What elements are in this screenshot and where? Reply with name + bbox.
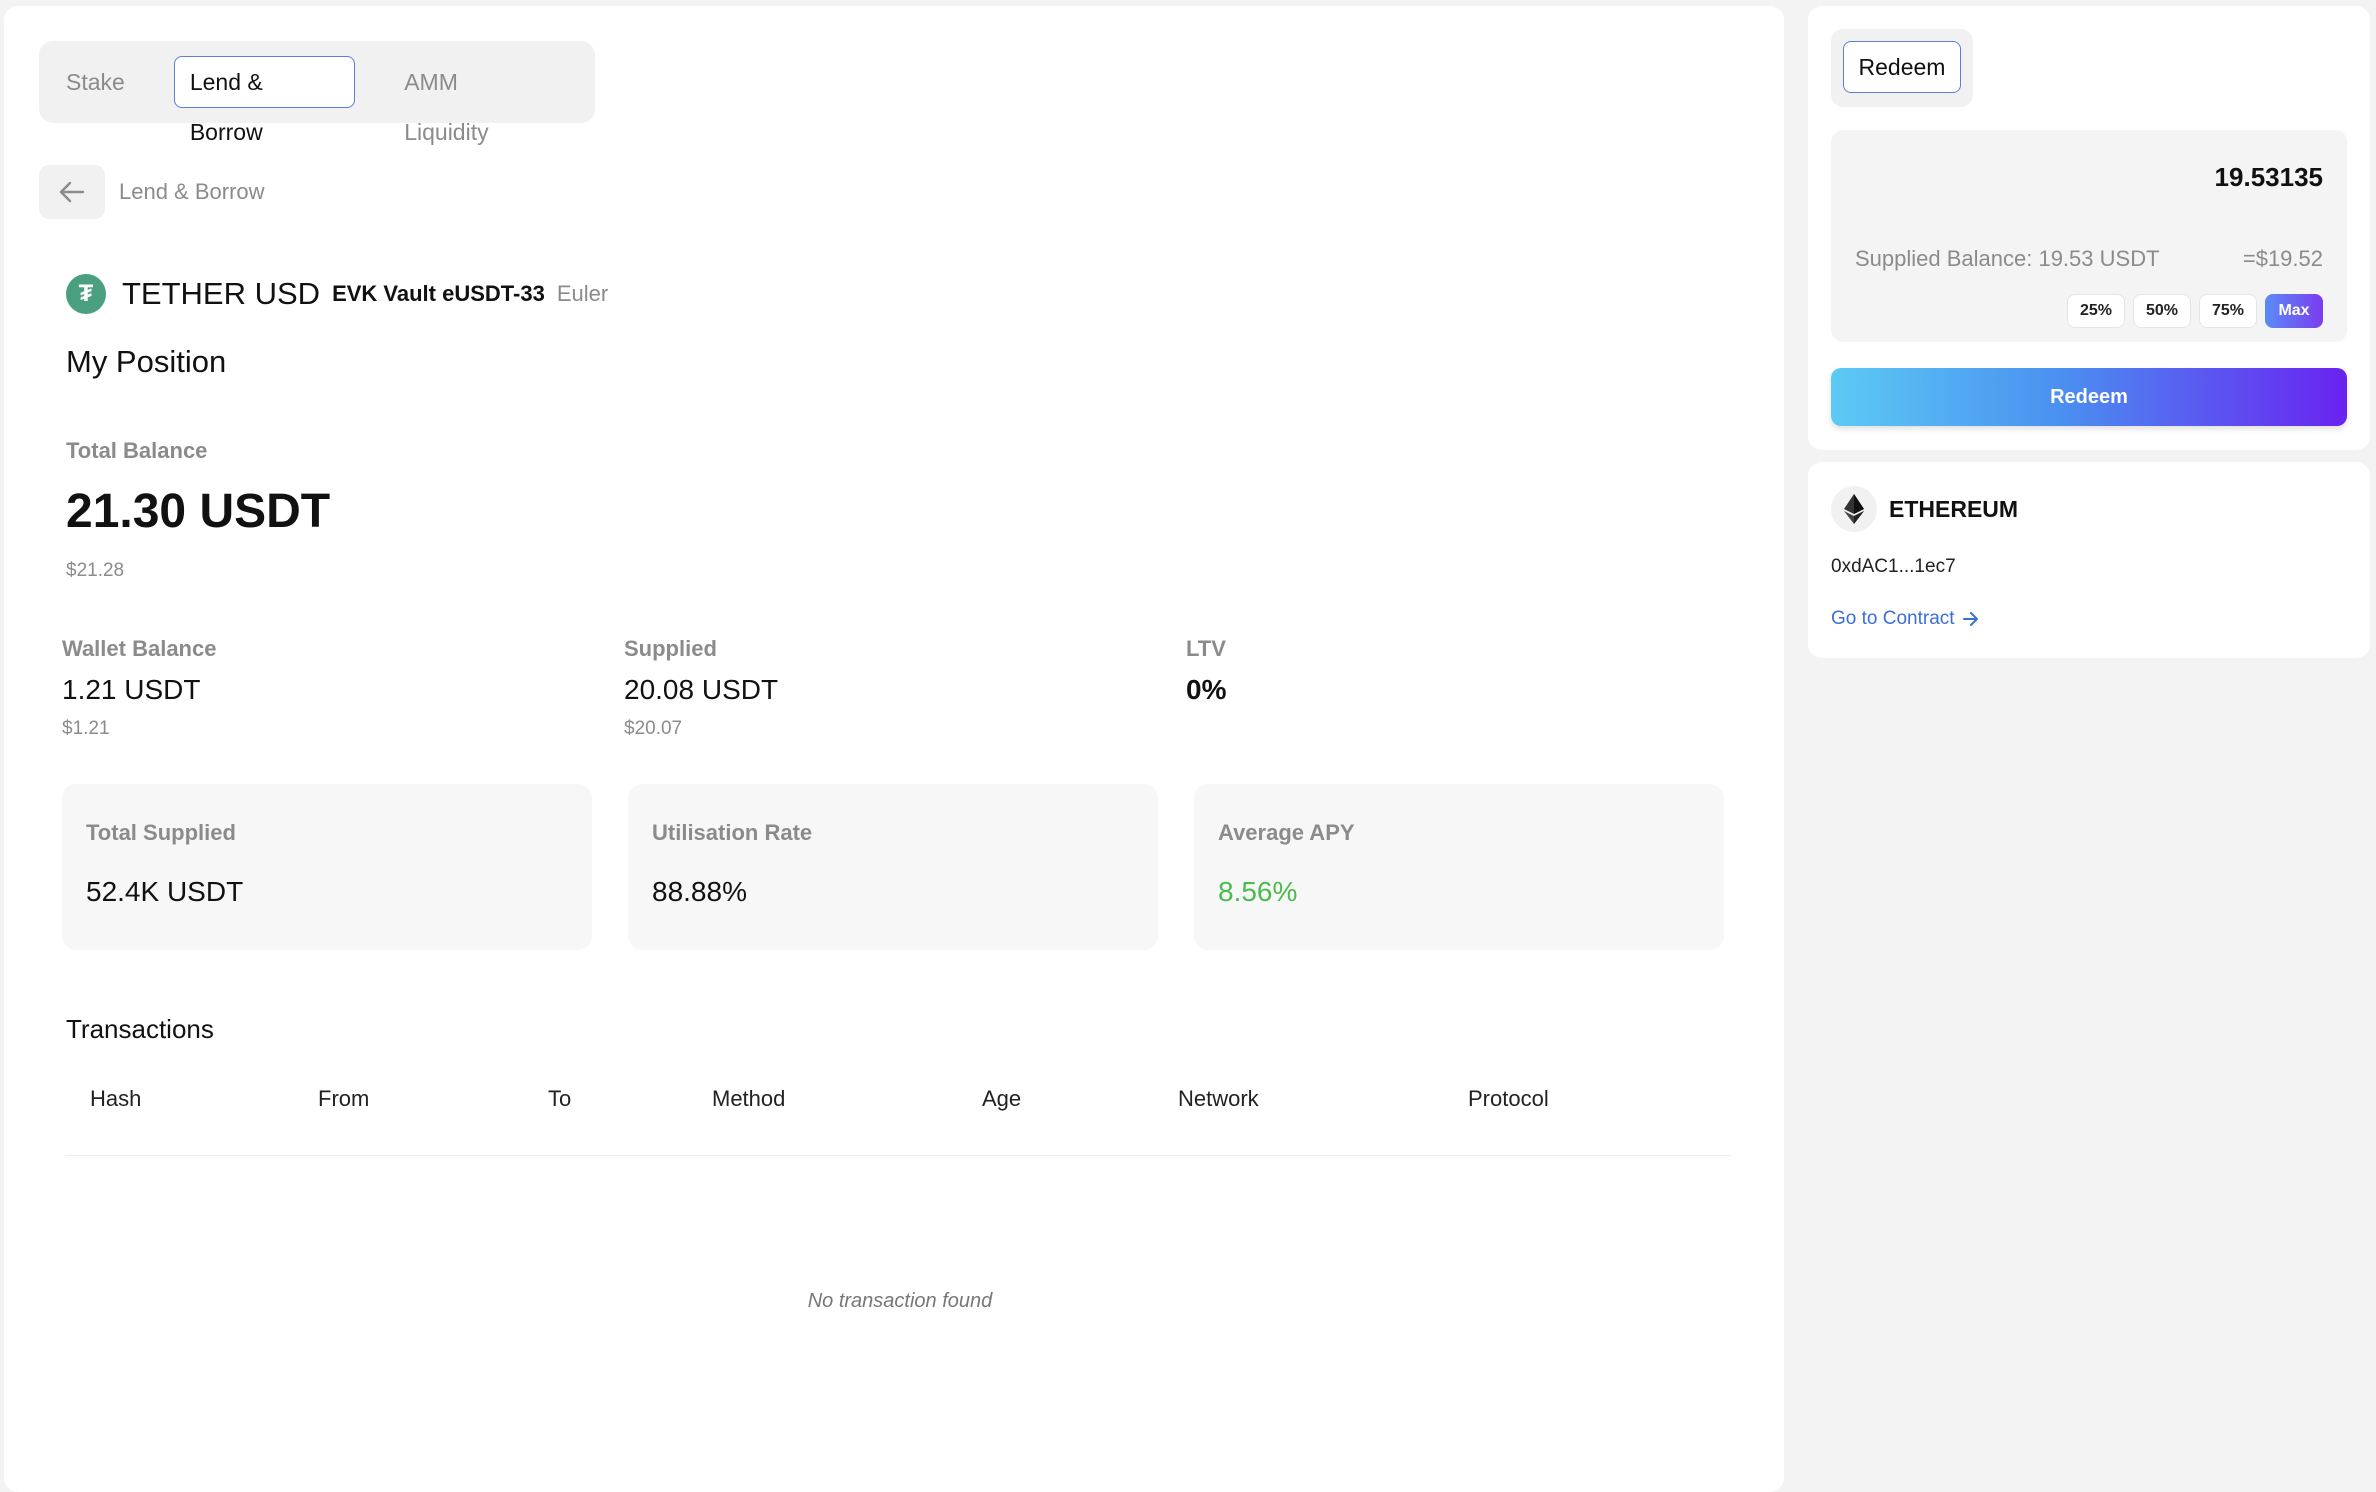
- stat-value: 0%: [1186, 674, 1227, 705]
- card-value: 52.4K USDT: [86, 876, 244, 907]
- card-value: 8.56%: [1218, 876, 1298, 907]
- percent-50-button[interactable]: 50%: [2133, 294, 2191, 328]
- column-header-network: Network: [1178, 1086, 1259, 1111]
- network-row: ETHEREUM: [1831, 486, 2018, 532]
- column-header-age: Age: [982, 1086, 1022, 1111]
- percent-75-button[interactable]: 75%: [2199, 294, 2257, 328]
- transactions-title: Transactions: [66, 1014, 214, 1044]
- total-balance-label: Total Balance: [66, 438, 208, 463]
- arrow-left-icon: [59, 181, 85, 203]
- empty-transactions-message: No transaction found: [807, 1290, 993, 1312]
- card-total-supplied: Total Supplied 52.4K USDT: [62, 784, 592, 950]
- stat-label: Wallet Balance: [62, 636, 217, 661]
- card-label: Average APY: [1218, 820, 1355, 845]
- main-panel: Stake Lend & Borrow AMM Liquidity Lend &…: [4, 6, 1784, 1492]
- back-button[interactable]: [39, 165, 105, 219]
- tab-redeem[interactable]: Redeem: [1843, 41, 1961, 93]
- asset-name: TETHER USD: [122, 276, 321, 311]
- stat-usd: $20.07: [624, 718, 683, 739]
- stat-value: 20.08 USDT: [624, 674, 779, 705]
- total-balance-usd: $21.28: [66, 560, 125, 581]
- card-label: Total Supplied: [86, 820, 236, 845]
- contract-address: 0xdAC1...1ec7: [1831, 556, 1956, 577]
- column-header-method: Method: [712, 1086, 786, 1111]
- arrow-right-icon: [1962, 612, 1978, 626]
- percent-buttons: 25% 50% 75% Max: [2059, 294, 2323, 328]
- redeem-button[interactable]: Redeem: [1831, 368, 2347, 426]
- breadcrumb-label: Lend & Borrow: [119, 179, 265, 204]
- card-label: Utilisation Rate: [652, 820, 813, 845]
- tab-amm-liquidity[interactable]: AMM Liquidity: [385, 56, 565, 145]
- category-tabs: Stake Lend & Borrow AMM Liquidity: [39, 41, 595, 145]
- stat-label: LTV: [1186, 636, 1226, 661]
- vault-name: EVK Vault eUSDT-33: [332, 281, 545, 306]
- tab-lend-borrow[interactable]: Lend & Borrow: [173, 56, 356, 145]
- stat-usd: $1.21: [62, 718, 110, 739]
- redeem-tab-group: Redeem: [1831, 29, 1973, 107]
- breadcrumb: Lend & Borrow: [39, 165, 265, 219]
- usd-equivalent: =$19.52: [2242, 246, 2323, 271]
- column-header-from: From: [318, 1086, 370, 1111]
- column-header-hash: Hash: [90, 1086, 142, 1111]
- tab-stake[interactable]: Stake: [47, 56, 144, 108]
- stat-value: 1.21 USDT: [62, 674, 201, 705]
- stat-label: Supplied: [624, 636, 717, 661]
- network-name: ETHEREUM: [1889, 495, 2019, 522]
- card-utilisation-rate: Utilisation Rate 88.88%: [628, 784, 1158, 950]
- amount-input[interactable]: 19.53135: [2023, 162, 2323, 193]
- stat-ltv: LTV 0%: [1186, 636, 1226, 706]
- section-title-my-position: My Position: [66, 344, 227, 379]
- stat-wallet-balance: Wallet Balance 1.21 USDT $1.21: [62, 636, 216, 740]
- percent-25-button[interactable]: 25%: [2067, 294, 2125, 328]
- redeem-panel: Redeem 19.53135 Supplied Balance: 19.53 …: [1808, 6, 2370, 450]
- total-balance-value: 21.30 USDT: [66, 485, 331, 538]
- amount-input-box: 19.53135 Supplied Balance: 19.53 USDT =$…: [1831, 130, 2347, 342]
- transactions-table-header: Hash From To Method Age Network Protocol: [66, 1076, 1730, 1156]
- max-button[interactable]: Max: [2265, 294, 2323, 328]
- go-to-contract-link[interactable]: Go to Contract: [1831, 608, 1979, 630]
- ethereum-icon: [1831, 486, 1877, 532]
- stat-supplied: Supplied 20.08 USDT $20.07: [624, 636, 778, 740]
- column-header-to: To: [548, 1086, 572, 1111]
- go-to-contract-label: Go to Contract: [1831, 608, 1955, 629]
- protocol-name: Euler: [556, 281, 609, 306]
- card-value: 88.88%: [652, 876, 747, 907]
- supplied-balance: Supplied Balance: 19.53 USDT: [1855, 246, 2160, 271]
- tether-icon: ₮: [66, 274, 106, 314]
- card-average-apy: Average APY 8.56%: [1194, 784, 1724, 950]
- column-header-protocol: Protocol: [1468, 1086, 1549, 1111]
- asset-header: ₮ TETHER USD EVK Vault eUSDT-33 Euler: [66, 274, 608, 314]
- network-panel: ETHEREUM 0xdAC1...1ec7 Go to Contract: [1808, 462, 2370, 658]
